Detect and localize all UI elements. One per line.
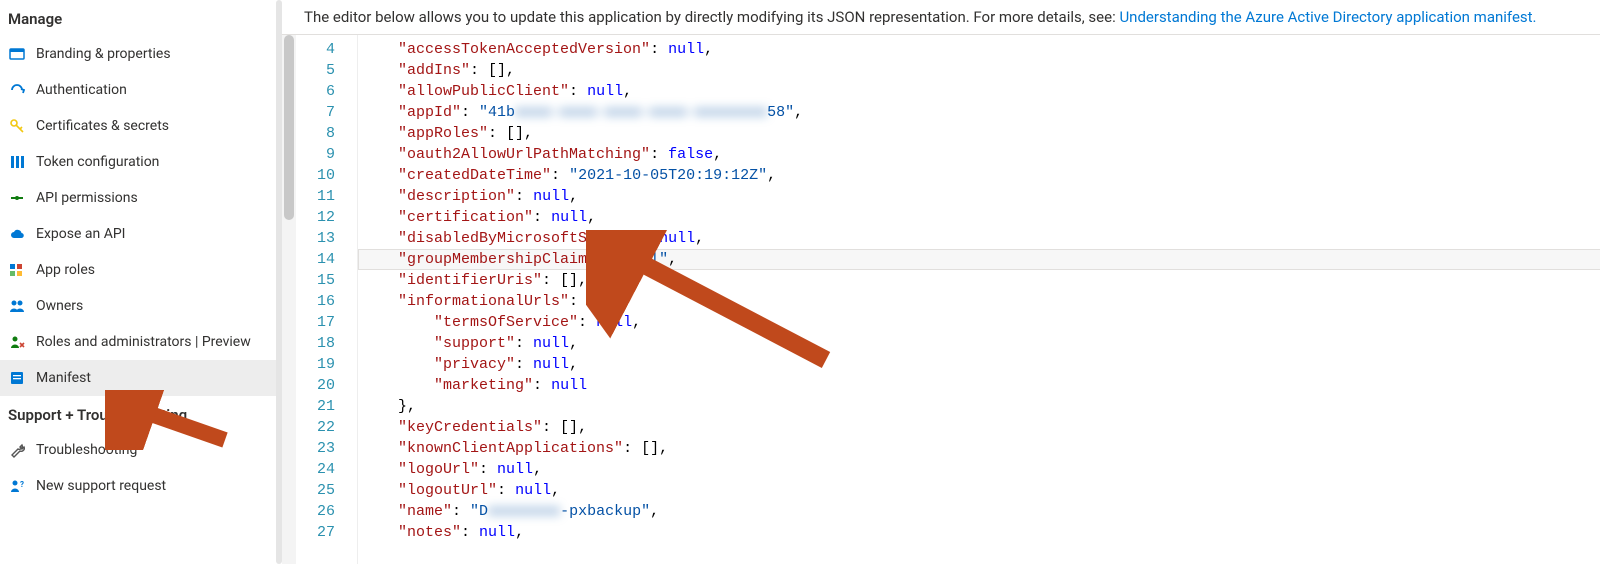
code-line[interactable]: "logoUrl": null, [362,459,1600,480]
sidebar-section-header: Support + Troubleshooting [0,396,282,432]
sidebar-item-label: API permissions [36,190,274,207]
support-icon: ? [8,477,26,495]
line-number: 19 [296,354,335,375]
token-icon [8,153,26,171]
line-number: 18 [296,333,335,354]
code-line[interactable]: "notes": null, [362,522,1600,543]
line-number: 15 [296,270,335,291]
manifest-icon [8,369,26,387]
line-number: 21 [296,396,335,417]
editor-wrap: 4567891011121314151617181920212223242526… [282,35,1600,564]
sidebar-item-apiperm[interactable]: API permissions [0,180,282,216]
code-line[interactable]: "oauth2AllowUrlPathMatching": false, [362,144,1600,165]
auth-icon [8,81,26,99]
code-line[interactable]: "appId": "41bxxxx-xxxx-xxxx-xxxx-xxxxxxx… [362,102,1600,123]
editor-scrollbar-track[interactable] [282,35,296,564]
svg-text:?: ? [20,480,24,489]
sidebar-item-newsupport[interactable]: ? New support request [0,468,282,504]
code-line[interactable]: "keyCredentials": [], [362,417,1600,438]
line-number: 23 [296,438,335,459]
line-gutter: 4567891011121314151617181920212223242526… [296,35,358,564]
roles-admin-icon [8,333,26,351]
branding-icon [8,45,26,63]
sidebar-item-owners[interactable]: Owners [0,288,282,324]
sidebar-item-label: Expose an API [36,226,274,243]
code-line[interactable]: "disabledByMicrosoftStatus": null, [362,228,1600,249]
sidebar-item-tokenconfig[interactable]: Token configuration [0,144,282,180]
code-line[interactable]: "marketing": null [362,375,1600,396]
line-number: 9 [296,144,335,165]
code-line[interactable]: "accessTokenAcceptedVersion": null, [362,39,1600,60]
line-number: 26 [296,501,335,522]
line-number: 13 [296,228,335,249]
code-area[interactable]: "accessTokenAcceptedVersion": null, "add… [358,35,1600,564]
editor-scrollbar-thumb[interactable] [284,35,294,220]
sidebar-item-certificates[interactable]: Certificates & secrets [0,108,282,144]
sidebar: Manage Branding & properties Authenticatio… [0,0,282,564]
wrench-icon [8,441,26,459]
code-line[interactable]: "support": null, [362,333,1600,354]
sidebar-item-rolesadmin[interactable]: Roles and administrators | Preview [0,324,282,360]
sidebar-item-authentication[interactable]: Authentication [0,72,282,108]
cloud-icon [8,225,26,243]
sidebar-item-exposeapi[interactable]: Expose an API [0,216,282,252]
owners-icon [8,297,26,315]
code-line[interactable]: "identifierUris": [], [362,270,1600,291]
line-number: 17 [296,312,335,333]
code-line[interactable]: "certification": null, [362,207,1600,228]
line-number: 4 [296,39,335,60]
line-number: 25 [296,480,335,501]
approles-icon [8,261,26,279]
code-line[interactable]: "knownClientApplications": [], [362,438,1600,459]
code-line[interactable]: "logoutUrl": null, [362,480,1600,501]
code-line[interactable]: "privacy": null, [362,354,1600,375]
intro-text: The editor below allows you to update th… [282,0,1600,35]
sidebar-section-header: Manage [0,0,282,36]
sidebar-item-label: Certificates & secrets [36,118,274,135]
code-line[interactable]: "informationalUrls": { [362,291,1600,312]
line-number: 20 [296,375,335,396]
line-number: 12 [296,207,335,228]
sidebar-item-label: Manifest [36,370,274,387]
code-line[interactable]: "description": null, [362,186,1600,207]
line-number: 16 [296,291,335,312]
key-icon [8,117,26,135]
api-perm-icon [8,189,26,207]
sidebar-item-label: New support request [36,478,274,495]
code-line[interactable]: "name": "Dxxxxxxxx-pxbackup", [362,501,1600,522]
line-number: 5 [296,60,335,81]
code-line[interactable]: }, [362,396,1600,417]
code-line[interactable]: "addIns": [], [362,60,1600,81]
line-number: 11 [296,186,335,207]
line-number: 10 [296,165,335,186]
sidebar-item-label: Authentication [36,82,274,99]
line-number: 7 [296,102,335,123]
code-line[interactable]: "appRoles": [], [362,123,1600,144]
json-editor[interactable]: 4567891011121314151617181920212223242526… [296,35,1600,564]
sidebar-item-branding[interactable]: Branding & properties [0,36,282,72]
main-panel: The editor below allows you to update th… [282,0,1600,564]
line-number: 14 [296,249,335,270]
line-number: 24 [296,459,335,480]
sidebar-item-label: Roles and administrators | Preview [36,334,274,351]
intro-prefix: The editor below allows you to update th… [304,8,1119,26]
line-number: 6 [296,81,335,102]
sidebar-item-label: Owners [36,298,274,315]
code-line[interactable]: "termsOfService": null, [362,312,1600,333]
sidebar-item-label: Token configuration [36,154,274,171]
sidebar-item-manifest[interactable]: Manifest [0,360,282,396]
line-number: 8 [296,123,335,144]
sidebar-item-label: Branding & properties [36,46,274,63]
code-line[interactable]: "allowPublicClient": null, [362,81,1600,102]
sidebar-item-approles[interactable]: App roles [0,252,282,288]
sidebar-item-label: App roles [36,262,274,279]
line-number: 22 [296,417,335,438]
intro-link[interactable]: Understanding the Azure Active Directory… [1119,8,1536,26]
sidebar-item-label: Troubleshooting [36,442,274,459]
sidebar-item-troubleshoot[interactable]: Troubleshooting [0,432,282,468]
code-line[interactable]: "createdDateTime": "2021-10-05T20:19:12Z… [362,165,1600,186]
code-line[interactable]: "groupMembershipClaims": "All", [358,249,1600,270]
line-number: 27 [296,522,335,543]
